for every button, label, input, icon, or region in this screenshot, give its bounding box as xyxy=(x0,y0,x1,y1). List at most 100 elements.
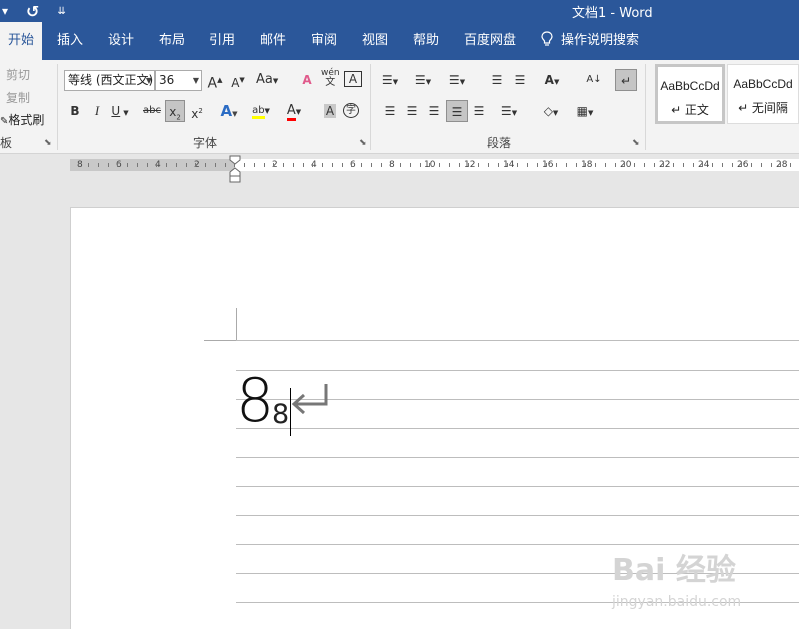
clipboard-group-label: 贴板 xyxy=(0,136,13,150)
ruler-tick xyxy=(654,163,655,167)
grow-font-button[interactable]: A▲ xyxy=(206,69,224,92)
ruler-tick xyxy=(527,163,528,167)
distributed-button[interactable]: ☰ xyxy=(470,100,488,122)
bullets-button[interactable]: ☰▼ xyxy=(381,69,399,91)
qat-dropdown-icon[interactable]: ▾ xyxy=(2,4,8,18)
align-left-button[interactable]: ☰ xyxy=(381,100,399,122)
ruler-tick xyxy=(566,163,567,167)
group-separator xyxy=(645,64,646,150)
underline-button[interactable]: U ▼ xyxy=(111,100,129,122)
font-launcher-icon[interactable]: ⬊ xyxy=(359,138,367,148)
baidu-watermark: Bai 经验 xyxy=(612,553,736,588)
ruler-tick xyxy=(439,163,440,167)
document-text-subscript[interactable]: 8 xyxy=(272,395,289,435)
ruler-tick xyxy=(702,163,703,167)
ruler-tick xyxy=(137,163,138,167)
ruler-tick xyxy=(741,163,742,167)
ruler-tick xyxy=(537,163,538,167)
tab-baidu-netdisk[interactable]: 百度网盘 xyxy=(464,22,516,60)
style-no-spacing[interactable]: AaBbCcDd ↵ 无间隔 xyxy=(727,64,799,124)
ruler-tick xyxy=(663,163,664,167)
document-gridline xyxy=(236,515,799,516)
tab-layout[interactable]: 布局 xyxy=(159,22,185,60)
character-border-button[interactable]: A xyxy=(344,71,362,87)
chinese-layout-icon: A xyxy=(544,73,554,87)
document-text-large[interactable]: 8 xyxy=(236,358,274,444)
paragraph-mark-icon: ↵ xyxy=(620,74,632,88)
shading-button[interactable]: ◇▼ xyxy=(542,100,560,122)
change-case-button[interactable]: Aa▼ xyxy=(256,69,278,91)
justify-button[interactable]: ☰ xyxy=(446,100,468,122)
align-right-button[interactable]: ☰ xyxy=(425,100,443,122)
ruler-tick xyxy=(498,163,499,167)
tab-help[interactable]: 帮助 xyxy=(413,22,439,60)
enclose-characters-button[interactable]: 字 xyxy=(342,100,360,122)
tab-view[interactable]: 视图 xyxy=(362,22,388,60)
group-separator xyxy=(57,64,58,150)
line-spacing-button[interactable]: ☰▼ xyxy=(500,100,518,122)
text-highlight-button[interactable]: ab▼ xyxy=(252,100,270,122)
copy-button[interactable]: 复制 xyxy=(0,89,30,106)
numbering-button[interactable]: ☰▼ xyxy=(414,69,432,91)
paragraph-group-label: 段落 xyxy=(487,136,512,150)
multilevel-list-button[interactable]: ☰▼ xyxy=(448,69,466,91)
decrease-indent-icon: ☰ xyxy=(491,73,503,87)
horizontal-ruler[interactable]: 8 6 4 2 2 4 6 8 10 12 14 16 18 20 22 24 … xyxy=(0,154,799,184)
chevron-down-icon: ▼ xyxy=(192,76,199,85)
indent-marker-icon[interactable] xyxy=(229,155,241,183)
font-name-combobox[interactable]: 等线 (西文正文) ▼ xyxy=(64,70,155,91)
document-gridline xyxy=(236,486,799,487)
tab-design[interactable]: 设计 xyxy=(108,22,134,60)
format-painter-button[interactable]: ✎格式刷 xyxy=(0,111,44,128)
shrink-font-button[interactable]: A▼ xyxy=(229,69,247,91)
tab-references[interactable]: 引用 xyxy=(209,22,235,60)
clipboard-launcher-icon[interactable]: ⬊ xyxy=(44,138,52,148)
ruler-tick xyxy=(644,163,645,167)
ruler-tick xyxy=(488,163,489,167)
decrease-indent-button[interactable]: ☰ xyxy=(488,69,506,91)
chinese-layout-button[interactable]: A▼ xyxy=(543,69,561,91)
ruler-number: 12 xyxy=(464,160,476,170)
ruler-tick xyxy=(429,163,430,167)
window-title: 文档1 - Word xyxy=(572,6,653,21)
customize-qat-icon[interactable]: ⇊ xyxy=(57,6,65,17)
ruler-tick xyxy=(790,163,791,167)
tab-review[interactable]: 审阅 xyxy=(311,22,337,60)
font-size-combobox[interactable]: 36 ▼ xyxy=(155,70,202,91)
paragraph-launcher-icon[interactable]: ⬊ xyxy=(632,138,640,148)
character-shading-button[interactable]: A xyxy=(321,100,339,122)
bullets-icon: ☰ xyxy=(381,73,393,87)
center-button[interactable]: ☰ xyxy=(403,100,421,122)
show-hide-marks-button[interactable]: ↵ xyxy=(615,69,637,91)
ruler-tick xyxy=(254,163,255,167)
increase-indent-button[interactable]: ☰ xyxy=(511,69,529,91)
tell-me-search[interactable]: 操作说明搜索 xyxy=(541,22,639,60)
group-separator xyxy=(370,64,371,150)
paint-bucket-icon: ◇ xyxy=(543,104,553,118)
sort-button[interactable]: A↓ xyxy=(585,69,603,91)
font-color-button[interactable]: A▼ xyxy=(285,100,303,122)
superscript-button[interactable]: x2 xyxy=(188,100,206,122)
ruler-tick xyxy=(459,163,460,167)
ruler-tick xyxy=(605,163,606,167)
margin-corner-mark xyxy=(204,340,236,341)
subscript-button[interactable]: x2 xyxy=(165,100,185,122)
ruler-tick xyxy=(215,163,216,167)
italic-button[interactable]: I xyxy=(88,100,106,122)
strikethrough-button[interactable]: abc xyxy=(143,100,161,122)
ruler-tick xyxy=(693,163,694,167)
tab-mailings[interactable]: 邮件 xyxy=(260,22,286,60)
ruler-tick xyxy=(556,163,557,167)
cut-button[interactable]: 剪切 xyxy=(0,66,30,83)
borders-button[interactable]: ▦▼ xyxy=(576,100,594,122)
tab-insert[interactable]: 插入 xyxy=(57,22,83,60)
style-normal[interactable]: AaBbCcDd ↵ 正文 xyxy=(655,64,725,124)
undo-icon[interactable]: ↺ xyxy=(26,2,39,21)
tab-home[interactable]: 开始 xyxy=(0,22,42,60)
ruler-tick xyxy=(351,163,352,167)
clear-formatting-button[interactable]: A xyxy=(298,69,316,91)
bold-button[interactable]: B xyxy=(66,100,84,122)
baidu-watermark-url: jingyan.baidu.com xyxy=(612,594,742,610)
text-effects-button[interactable]: A▼ xyxy=(220,100,238,122)
phonetic-guide-button[interactable]: wén 文 xyxy=(321,68,340,90)
